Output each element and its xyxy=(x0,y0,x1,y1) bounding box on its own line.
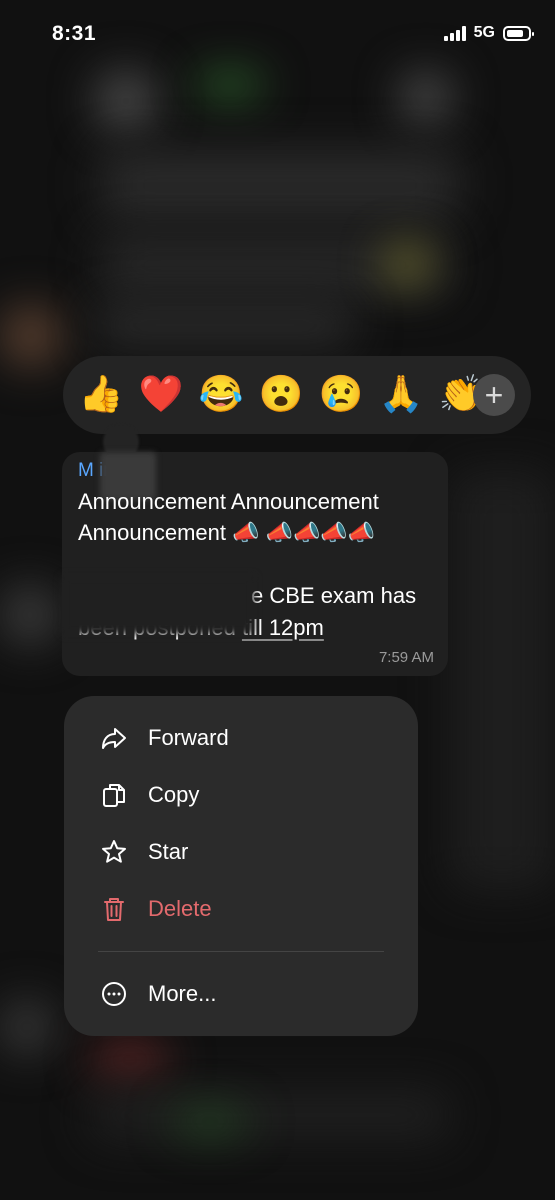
redaction-mark-body xyxy=(62,576,254,634)
menu-item-delete[interactable]: Delete xyxy=(64,885,418,933)
menu-label-copy: Copy xyxy=(148,782,200,807)
reaction-heart[interactable]: ❤️ xyxy=(139,370,184,418)
status-indicators: 5G xyxy=(443,24,534,42)
megaphone-emojis: 📣 📣📣📣📣 xyxy=(232,520,376,545)
forward-icon xyxy=(100,724,128,752)
message-bubble[interactable]: M ir Announcement Announcement Announcem… xyxy=(62,452,448,676)
reaction-laughing[interactable]: 😂 xyxy=(199,370,244,418)
menu-divider xyxy=(98,951,384,952)
reaction-praying[interactable]: 🙏 xyxy=(379,370,424,418)
menu-label-star: Star xyxy=(148,839,189,864)
menu-item-copy[interactable]: Copy xyxy=(64,771,418,819)
status-time: 8:31 xyxy=(52,22,97,45)
add-reaction-button[interactable]: + xyxy=(473,374,515,416)
message-line-3: e CBE exam has xyxy=(251,583,417,608)
message-timestamp: 7:59 AM xyxy=(378,649,434,666)
message-line-2-text: Announcement xyxy=(78,520,226,545)
reaction-crying[interactable]: 😢 xyxy=(319,370,364,418)
signal-icon xyxy=(443,25,466,41)
reaction-surprised[interactable]: 😮 xyxy=(259,370,304,418)
star-icon xyxy=(100,838,128,866)
reaction-thumbs-up[interactable]: 👍 xyxy=(79,370,124,418)
copy-icon xyxy=(100,781,128,809)
battery-icon xyxy=(503,25,534,41)
network-type: 5G xyxy=(473,24,495,41)
menu-label-delete: Delete xyxy=(148,896,212,921)
time-link[interactable]: till 12pm xyxy=(242,615,324,640)
message-line-2: Announcement 📣 📣📣📣📣 xyxy=(78,520,375,546)
menu-item-forward[interactable]: Forward xyxy=(64,714,418,762)
status-bar: 8:31 5G xyxy=(0,0,555,70)
menu-item-star[interactable]: Star xyxy=(64,828,418,876)
more-icon xyxy=(100,980,128,1008)
reaction-bar: 👍 ❤️ 😂 😮 😢 🙏 👏 + xyxy=(63,356,531,434)
plus-icon: + xyxy=(484,377,504,413)
context-menu: Forward Copy Star Delete More... xyxy=(64,696,418,1036)
menu-label-more: More... xyxy=(148,981,217,1006)
menu-item-more[interactable]: More... xyxy=(64,970,418,1018)
menu-label-forward: Forward xyxy=(148,725,229,750)
message-line-1: Announcement Announcement xyxy=(78,489,379,514)
trash-icon xyxy=(100,895,128,923)
